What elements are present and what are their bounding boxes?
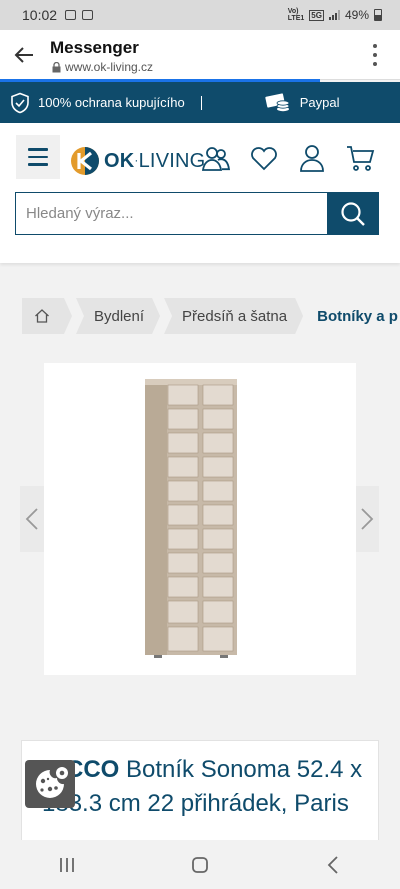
money-icon [265, 92, 290, 111]
search-input[interactable] [15, 192, 327, 235]
product-image[interactable] [44, 363, 356, 675]
gallery-prev-button[interactable] [20, 486, 44, 552]
battery-icon [374, 9, 382, 21]
breadcrumb: Bydlení Předsíň a šatna Botníky a p [22, 298, 400, 334]
user-icon[interactable] [297, 143, 327, 173]
product-title: NICCO Botník Sonoma 52.4 x 183.3 cm 22 p… [42, 753, 372, 821]
browser-url: www.ok-living.cz [52, 60, 153, 74]
in-app-browser-header: Messenger www.ok-living.cz [0, 30, 400, 80]
more-icon[interactable] [372, 44, 378, 66]
home-nav-icon[interactable] [180, 850, 220, 880]
network-top-label: Vo) [287, 8, 299, 15]
breadcrumb-item[interactable]: Bydlení [76, 298, 160, 334]
people-icon[interactable] [201, 143, 231, 173]
cookie-settings-button[interactable] [25, 760, 75, 808]
status-time: 10:02 [22, 7, 58, 23]
logo-text-light: LIVING [138, 149, 206, 172]
network-type-badge: 5G [309, 9, 324, 21]
trust-divider [200, 95, 202, 110]
lock-icon [52, 61, 61, 72]
browser-app-title: Messenger [50, 38, 139, 57]
search-button[interactable] [327, 192, 379, 235]
app-notification-icon [82, 10, 94, 20]
chevron-left-icon [25, 508, 38, 530]
home-icon [34, 308, 50, 324]
heart-icon[interactable] [249, 143, 279, 173]
breadcrumb-item[interactable]: Předsíň a šatna [164, 298, 303, 334]
buyer-protection-text: 100% ochrana kupujícího [38, 95, 185, 110]
breadcrumb-home[interactable] [22, 298, 72, 334]
arrow-left-icon[interactable] [12, 43, 36, 67]
battery-percent: 49% [344, 8, 369, 22]
paypal-text: Paypal [299, 95, 340, 110]
logo-text: OK·LIVING [104, 149, 206, 172]
product-image-gallery [44, 363, 356, 675]
gallery-next-button[interactable] [355, 486, 379, 552]
trust-bar: 100% ochrana kupujícího Paypal [0, 82, 400, 123]
search-bar [15, 192, 379, 235]
site-header: OK·LIVING [0, 123, 400, 263]
logo-text-bold: OK [104, 149, 135, 172]
status-bar: 10:02 Vo) LTE1 5G 49% [0, 0, 400, 30]
recent-apps-icon[interactable] [47, 850, 87, 880]
browser-url-text: www.ok-living.cz [65, 60, 154, 74]
gallery-notification-icon [65, 10, 77, 20]
cookie-icon [36, 767, 68, 798]
ok-living-logo[interactable]: OK·LIVING [70, 146, 205, 176]
chevron-right-icon [361, 508, 374, 530]
breadcrumb-current: Botníky a p [317, 307, 398, 325]
cart-icon[interactable] [345, 143, 375, 173]
logo-mark-icon [71, 147, 99, 175]
search-icon [341, 201, 365, 226]
network-bottom-label: LTE1 [287, 15, 305, 22]
signal-icon [328, 10, 340, 20]
hamburger-icon[interactable] [16, 135, 60, 179]
shield-check-icon [11, 92, 29, 113]
system-navigation-bar [0, 840, 400, 889]
back-nav-icon[interactable] [313, 850, 353, 880]
